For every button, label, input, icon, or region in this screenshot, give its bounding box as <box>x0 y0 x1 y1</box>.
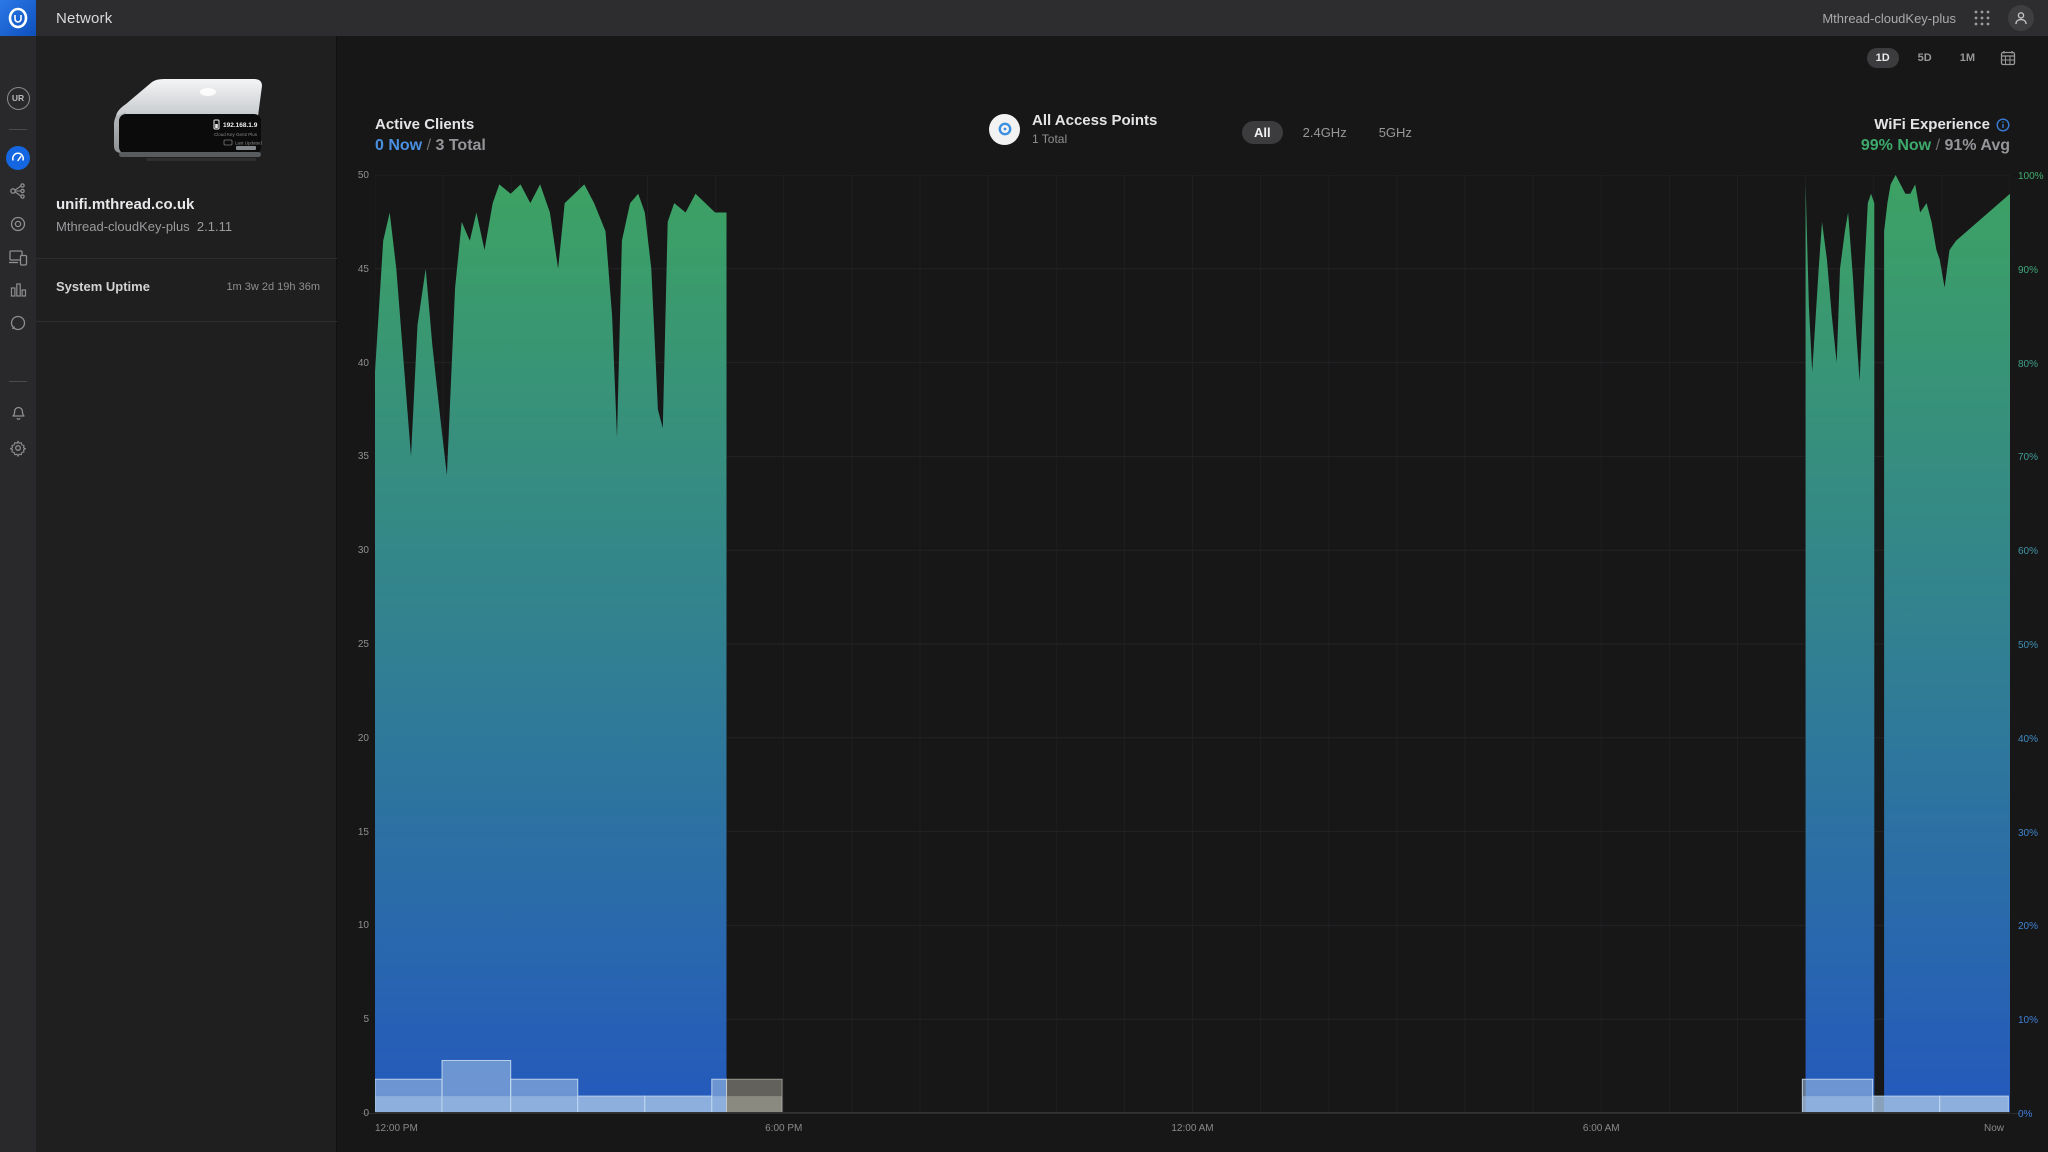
user-avatar-icon[interactable] <box>2008 5 2034 31</box>
device-panel: 192.168.1.9 Cloud Key Gen2 Plus Last Upd… <box>36 36 337 1152</box>
left-tick-45: 45 <box>343 264 369 275</box>
wifi-experience-title: WiFi Experience <box>1874 116 1990 133</box>
svg-text:192.168.1.9: 192.168.1.9 <box>223 122 258 129</box>
unifi-logo-icon[interactable] <box>0 0 36 36</box>
sidebar-item-clients[interactable] <box>0 243 36 271</box>
clients-icon <box>9 249 28 266</box>
sidebar-item-statistics[interactable] <box>0 276 36 304</box>
active-clients-values: 0 Now / 3 Total <box>375 137 486 155</box>
wifi-experience-values: 99% Now / 91% Avg <box>1861 137 2010 155</box>
left-tick-20: 20 <box>343 733 369 744</box>
top-bar: Network Mthread-cloudKey-plus <box>0 0 2048 36</box>
device-model: Mthread-cloudKey-plus <box>56 219 190 234</box>
x-tick-12-00-am: 12:00 AM <box>1171 1123 1213 1134</box>
statistics-icon <box>10 282 27 298</box>
right-tick-20%: 20% <box>2018 921 2038 932</box>
experience-now-value: 99% Now <box>1861 137 1931 154</box>
access-point-icon <box>989 114 1020 145</box>
system-uptime-value: 1m 3w 2d 19h 36m <box>226 281 320 293</box>
dashboard-icon <box>6 146 30 170</box>
right-tick-70%: 70% <box>2018 452 2038 463</box>
time-range-selector: 1D 5D 1M <box>1867 48 2016 68</box>
left-tick-10: 10 <box>343 920 369 931</box>
cloudkey-device-image: 192.168.1.9 Cloud Key Gen2 Plus Last Upd… <box>86 54 286 204</box>
right-tick-100%: 100% <box>2018 171 2044 182</box>
active-clients-header: Active Clients 0 Now / 3 Total <box>375 116 486 155</box>
device-model-version: Mthread-cloudKey-plus 2.1.11 <box>56 219 232 234</box>
right-tick-10%: 10% <box>2018 1015 2038 1026</box>
left-tick-15: 15 <box>343 827 369 838</box>
range-option-1d[interactable]: 1D <box>1867 48 1899 68</box>
panel-divider <box>36 258 337 259</box>
right-tick-40%: 40% <box>2018 734 2038 745</box>
rail-divider <box>9 129 27 130</box>
devices-icon <box>9 215 27 233</box>
device-version: 2.1.11 <box>197 219 232 234</box>
x-tick-6-00-am: 6:00 AM <box>1583 1123 1620 1134</box>
system-uptime-label: System Uptime <box>56 279 150 294</box>
sidebar-item-insights[interactable] <box>0 309 36 337</box>
left-tick-30: 30 <box>343 545 369 556</box>
svg-text:Last Updated: Last Updated <box>235 141 262 146</box>
band-filter-5ghz[interactable]: 5GHz <box>1367 121 1424 144</box>
app-title: Network <box>56 10 112 27</box>
left-tick-25: 25 <box>343 639 369 650</box>
site-badge: UR <box>7 87 30 110</box>
bell-icon <box>10 403 27 421</box>
chart-baseline <box>361 1113 2021 1114</box>
topology-icon <box>9 182 27 200</box>
band-filter-2.4ghz[interactable]: 2.4GHz <box>1291 121 1359 144</box>
sidebar-rail: UR <box>0 36 36 1152</box>
sidebar-item-devices[interactable] <box>0 210 36 238</box>
active-clients-title: Active Clients <box>375 116 486 133</box>
panel-divider <box>36 321 337 322</box>
clients-total-value: 3 Total <box>435 137 485 154</box>
range-option-5d[interactable]: 5D <box>1909 48 1941 68</box>
left-tick-50: 50 <box>343 170 369 181</box>
controller-name: Mthread-cloudKey-plus <box>1822 11 1956 26</box>
right-tick-90%: 90% <box>2018 265 2038 276</box>
left-tick-35: 35 <box>343 451 369 462</box>
wifi-experience-header: WiFi Experience 99% Now / 91% Avg <box>1861 116 2010 155</box>
device-hostname: unifi.mthread.co.uk <box>56 196 194 213</box>
right-tick-30%: 30% <box>2018 828 2038 839</box>
gear-icon <box>9 439 27 457</box>
right-tick-0%: 0% <box>2018 1109 2032 1120</box>
left-tick-0: 0 <box>343 1108 369 1119</box>
unifi-network-dashboard: Network Mthread-cloudKey-plus <box>0 0 2048 1152</box>
sidebar-item-site-badge[interactable]: UR <box>0 84 36 112</box>
band-filter-all[interactable]: All <box>1242 121 1283 144</box>
insights-icon <box>9 314 27 332</box>
access-points-title: All Access Points <box>1032 112 1157 129</box>
dashboard-main: 1D 5D 1M Active Clients 0 Now / 3 Total Al… <box>337 36 2048 1152</box>
info-icon[interactable] <box>1996 118 2010 132</box>
left-tick-40: 40 <box>343 358 369 369</box>
access-points-total: 1 Total <box>1032 132 1157 146</box>
x-tick-12-00-pm: 12:00 PM <box>375 1123 418 1134</box>
svg-text:Cloud Key Gen2 Plus: Cloud Key Gen2 Plus <box>214 132 258 137</box>
sidebar-item-notifications[interactable] <box>0 398 36 426</box>
clients-experience-chart <box>375 175 2010 1113</box>
apps-grid-icon[interactable] <box>1974 10 1990 26</box>
right-tick-50%: 50% <box>2018 640 2038 651</box>
sidebar-item-topology[interactable] <box>0 177 36 205</box>
experience-avg-value: 91% Avg <box>1944 137 2010 154</box>
sidebar-item-settings[interactable] <box>0 434 36 462</box>
left-tick-5: 5 <box>343 1014 369 1025</box>
band-filter-group: All 2.4GHz 5GHz <box>1242 121 1424 144</box>
sidebar-item-dashboard[interactable] <box>0 144 36 172</box>
access-points-header: All Access Points 1 Total <box>989 112 1157 146</box>
range-option-1m[interactable]: 1M <box>1951 48 1984 68</box>
x-tick-now: Now <box>1984 1123 2004 1134</box>
x-tick-6-00-pm: 6:00 PM <box>765 1123 802 1134</box>
right-tick-80%: 80% <box>2018 359 2038 370</box>
calendar-icon[interactable] <box>2000 50 2016 66</box>
right-tick-60%: 60% <box>2018 546 2038 557</box>
clients-now-value: 0 Now <box>375 137 422 154</box>
rail-divider <box>9 381 27 382</box>
